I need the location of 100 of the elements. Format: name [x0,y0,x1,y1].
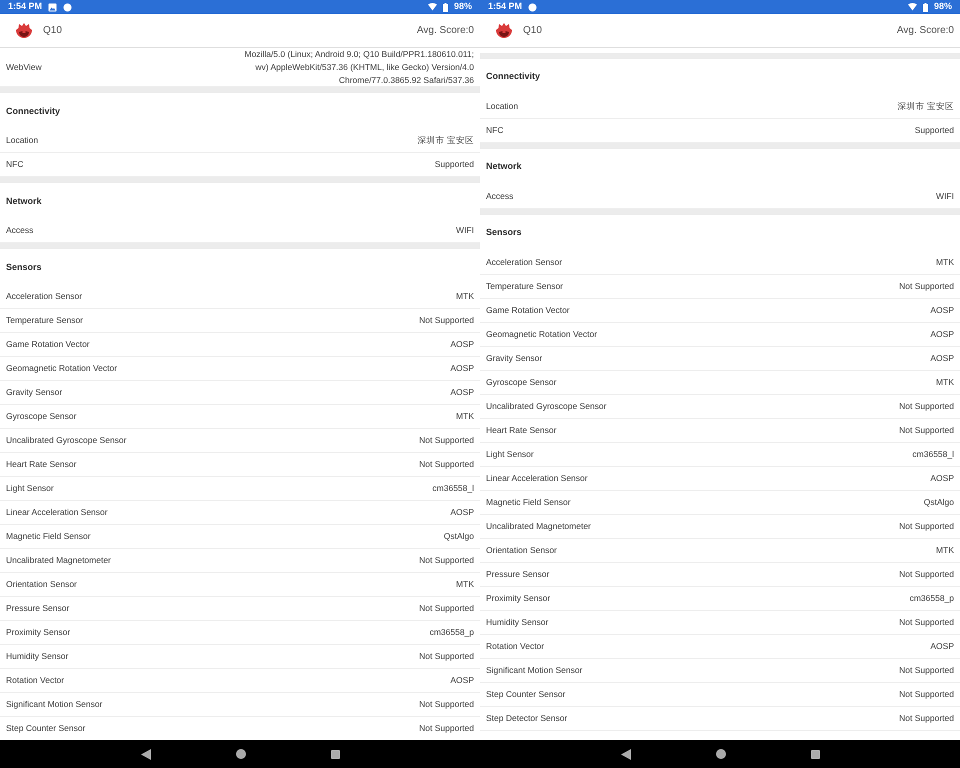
row-label: Acceleration Sensor [6,290,82,304]
circle-icon [528,2,538,12]
row-label: Linear Acceleration Sensor [6,506,108,520]
home-icon[interactable] [716,749,726,759]
section-title: Sensors [485,226,523,240]
row-value: 深圳市 宝安区 [898,100,954,113]
row-label: Acceleration Sensor [486,256,562,269]
row-value: Not Supported [899,712,954,725]
row-value: Not Supported [419,602,474,616]
row-value: AOSP [450,506,474,520]
recents-icon[interactable] [330,750,340,758]
row-label: Rotation Vector [486,640,544,653]
row-value: Not Supported [899,688,954,701]
row-label: Gyroscope Sensor [486,376,556,389]
row-value: MTK [456,410,474,424]
app-logo-icon [15,22,33,40]
battery-percent: 98% [454,0,472,14]
row-label: Uncalibrated Gyroscope Sensor [486,400,606,413]
wifi-icon [908,3,917,11]
row-value: Not Supported [419,458,474,472]
row-label: NFC [486,124,504,137]
wifi-icon [428,3,437,11]
row-value: Not Supported [899,616,954,629]
row-label: Gravity Sensor [486,352,542,365]
row-value: MTK [936,256,954,269]
back-icon[interactable] [620,748,630,760]
row-label: Gravity Sensor [6,386,62,400]
status-time: 1:54 PM [488,0,522,14]
row-value: WIFI [936,190,954,203]
row-label: Rotation Vector [6,674,64,688]
section-title: Connectivity [5,104,62,118]
row-value: Not Supported [899,664,954,677]
row-label: Geomagnetic Rotation Vector [6,362,118,376]
row-label: Temperature Sensor [486,280,564,293]
row-label: Uncalibrated Magnetometer [6,554,111,568]
row-label: Humidity Sensor [6,650,68,664]
row-label: Light Sensor [6,482,54,496]
row-label: Linear Acceleration Sensor [486,472,588,485]
row-label: Gyroscope Sensor [6,410,76,424]
row-label: Access [486,190,514,203]
row-label: Significant Motion Sensor [486,664,582,677]
row-value: MTK [936,544,954,557]
row-label: Step Detector Sensor [486,712,568,725]
home-icon[interactable] [236,749,246,759]
row-label: Light Sensor [486,448,534,461]
recents-icon[interactable] [810,750,820,758]
row-value: Not Supported [419,698,474,712]
status-time: 1:54 PM [8,0,42,14]
row-label: Proximity Sensor [486,592,550,605]
row-value: MTK [936,376,954,389]
row-value: Not Supported [899,400,954,413]
row-value: Not Supported [419,650,474,664]
row-label: Heart Rate Sensor [6,458,76,472]
circle-icon [63,2,72,12]
row-label: Pressure Sensor [6,602,70,616]
row-label: Pressure Sensor [486,568,550,581]
row-label: Significant Motion Sensor [6,698,102,712]
row-value: Mozilla/5.0 (Linux; Android 9.0; Q10 Build/PPR1.180610.011; wv) AppleWebKit/537.36 (KHTML, like Gecko) Version/4.0 Chrome/77.0.3865.92 Safari/537.36 [244,48,474,86]
row-value: AOSP [450,674,474,688]
row-value: Not Supported [899,568,954,581]
row-label: Game Rotation Vector [6,338,90,352]
row-label: Step Counter Sensor [6,722,86,736]
row-value: 深圳市 宝安区 [418,134,474,148]
section-title: Network [5,194,43,208]
image-icon [48,2,58,12]
row-label: Humidity Sensor [486,616,548,629]
row-value: Not Supported [899,424,954,437]
row-label: Magnetic Field Sensor [6,530,91,544]
row-label: Uncalibrated Gyroscope Sensor [6,434,126,448]
row-value: cm36558_l [912,448,954,461]
row-value: AOSP [930,352,954,365]
row-value: AOSP [450,386,474,400]
row-value: Not Supported [419,722,474,736]
battery-icon [922,2,928,12]
device-name: Q10 [523,24,542,38]
row-label: Orientation Sensor [6,578,77,592]
average-score: Avg. Score:0 [416,24,474,38]
row-value: WIFI [456,224,474,238]
row-value: Not Supported [419,554,474,568]
row-label: Orientation Sensor [486,544,557,557]
row-value: Supported [914,124,954,137]
back-icon[interactable] [140,748,150,760]
section-title: Connectivity [485,70,542,84]
row-label: Magnetic Field Sensor [486,496,571,509]
average-score: Avg. Score:0 [896,24,954,38]
row-value: Not Supported [899,280,954,293]
row-label: Location [6,134,38,148]
row-label: Game Rotation Vector [486,304,570,317]
row-value: Not Supported [419,314,474,328]
row-value: AOSP [930,640,954,653]
row-value: AOSP [930,472,954,485]
row-value: Supported [434,158,474,172]
section-title: Network [485,160,523,174]
row-label: Geomagnetic Rotation Vector [486,328,598,341]
row-label: Heart Rate Sensor [486,424,556,437]
row-value: Not Supported [899,520,954,533]
device-name: Q10 [43,24,62,38]
row-value: MTK [456,578,474,592]
row-value: MTK [456,290,474,304]
row-value: QstAlgo [444,530,474,544]
